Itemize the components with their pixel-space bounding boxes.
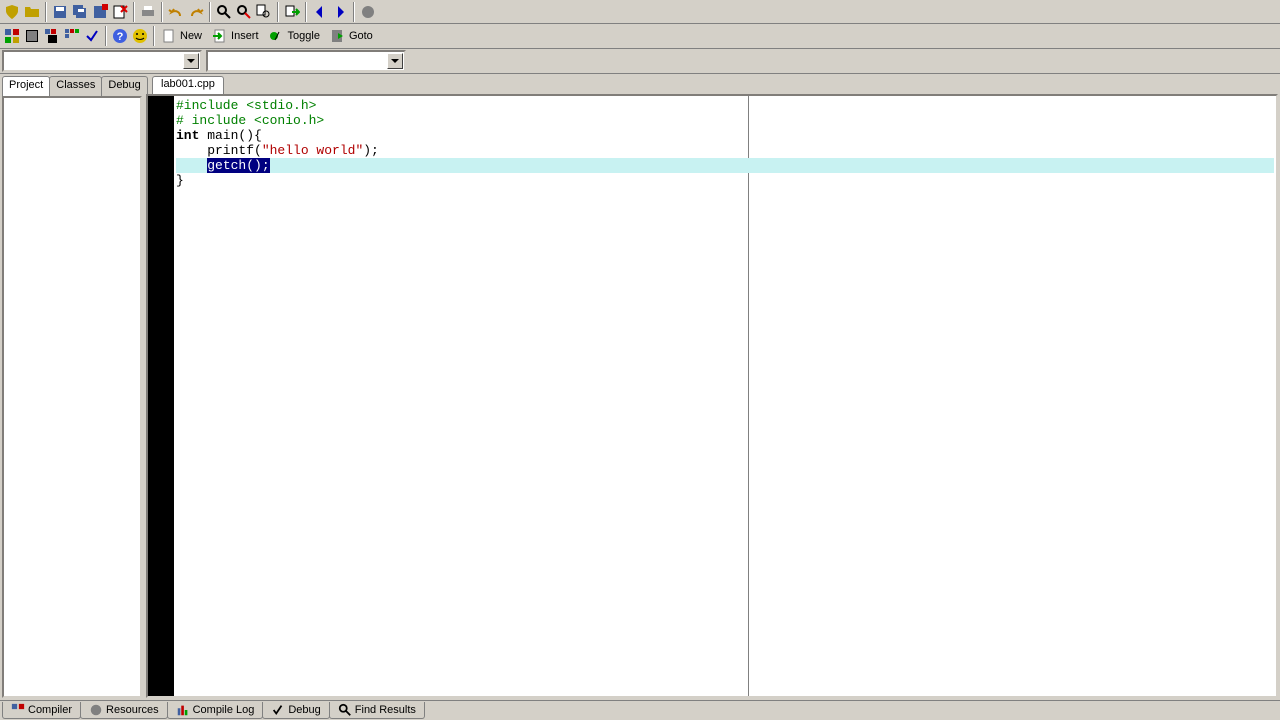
code-content: #include <stdio.h> # include <conio.h> i…	[174, 96, 1276, 696]
separator	[209, 2, 211, 22]
selected-text: getch();	[207, 158, 269, 173]
bottom-tabs: Compiler Resources Compile Log Debug Fin…	[0, 700, 1280, 720]
goto-label: Goto	[349, 30, 373, 42]
find-in-files-icon[interactable]	[254, 2, 274, 22]
tab-resources[interactable]: Resources	[80, 702, 168, 719]
replace-icon[interactable]	[234, 2, 254, 22]
tab-compile-log[interactable]: Compile Log	[167, 702, 264, 719]
save-as-icon[interactable]	[90, 2, 110, 22]
compile-icon[interactable]	[2, 26, 22, 46]
bars-icon	[176, 703, 190, 717]
goto-button[interactable]: Goto	[327, 26, 380, 47]
sidebar-tabs: Project Classes Debug	[2, 76, 142, 96]
folder-open-icon[interactable]	[22, 2, 42, 22]
sidebar-tab-debug[interactable]: Debug	[101, 76, 147, 96]
insert-button[interactable]: Insert	[209, 26, 266, 47]
separator	[277, 2, 279, 22]
svg-text:?: ?	[117, 31, 124, 43]
toolbar-combos	[0, 49, 1280, 74]
editor-wrap: lab001.cpp #include <stdio.h> # include …	[146, 76, 1278, 698]
new-label: New	[180, 30, 202, 42]
dropdown-icon[interactable]	[183, 53, 199, 69]
save-icon[interactable]	[50, 2, 70, 22]
class-combo[interactable]	[2, 50, 202, 72]
toggle-button[interactable]: Toggle	[266, 26, 327, 47]
separator	[45, 2, 47, 22]
separator	[105, 26, 107, 46]
help-icon[interactable]: ?	[110, 26, 130, 46]
about-icon[interactable]	[130, 26, 150, 46]
insert-label: Insert	[231, 30, 259, 42]
run-icon[interactable]	[22, 26, 42, 46]
sidebar-panel	[2, 96, 142, 698]
compile-run-icon[interactable]	[42, 26, 62, 46]
file-tabs: lab001.cpp	[146, 76, 1278, 94]
file-tab-active[interactable]: lab001.cpp	[152, 76, 224, 94]
check-icon[interactable]	[82, 26, 102, 46]
tab-find-results[interactable]: Find Results	[329, 702, 425, 719]
code-line: printf("hello world");	[176, 143, 1274, 158]
grid-icon	[11, 703, 25, 717]
code-editor[interactable]: #include <stdio.h> # include <conio.h> i…	[146, 94, 1278, 698]
check-icon	[271, 703, 285, 717]
separator	[353, 2, 355, 22]
method-combo[interactable]	[206, 50, 406, 72]
separator	[161, 2, 163, 22]
close-file-icon[interactable]	[110, 2, 130, 22]
toolbar-main	[0, 0, 1280, 24]
search-icon	[338, 703, 352, 717]
goto-line-icon[interactable]	[282, 2, 302, 22]
toggle-label: Toggle	[288, 30, 320, 42]
sidebar-tab-classes[interactable]: Classes	[49, 76, 102, 96]
find-icon[interactable]	[214, 2, 234, 22]
current-line: getch();	[176, 158, 1274, 173]
sidebar: Project Classes Debug	[2, 76, 142, 698]
tab-debug[interactable]: Debug	[262, 702, 329, 719]
tab-compiler[interactable]: Compiler	[2, 702, 81, 719]
code-line: int main(){	[176, 128, 1274, 143]
gear-icon	[89, 703, 103, 717]
code-line: }	[176, 173, 1274, 188]
main-area: Project Classes Debug lab001.cpp #includ…	[0, 74, 1280, 700]
stop-icon[interactable]	[358, 2, 378, 22]
separator	[153, 26, 155, 46]
dropdown-icon[interactable]	[387, 53, 403, 69]
shield-icon[interactable]	[2, 2, 22, 22]
code-line: #include <stdio.h>	[176, 98, 1274, 113]
toolbar-secondary: ? New Insert Toggle Goto	[0, 24, 1280, 49]
separator	[305, 2, 307, 22]
save-all-icon[interactable]	[70, 2, 90, 22]
editor-gutter	[148, 96, 174, 696]
sidebar-tab-project[interactable]: Project	[2, 76, 50, 96]
nav-back-icon[interactable]	[310, 2, 330, 22]
undo-icon[interactable]	[166, 2, 186, 22]
print-icon[interactable]	[138, 2, 158, 22]
nav-fwd-icon[interactable]	[330, 2, 350, 22]
code-line: # include <conio.h>	[176, 113, 1274, 128]
redo-icon[interactable]	[186, 2, 206, 22]
separator	[133, 2, 135, 22]
rebuild-icon[interactable]	[62, 26, 82, 46]
new-button[interactable]: New	[158, 26, 209, 47]
